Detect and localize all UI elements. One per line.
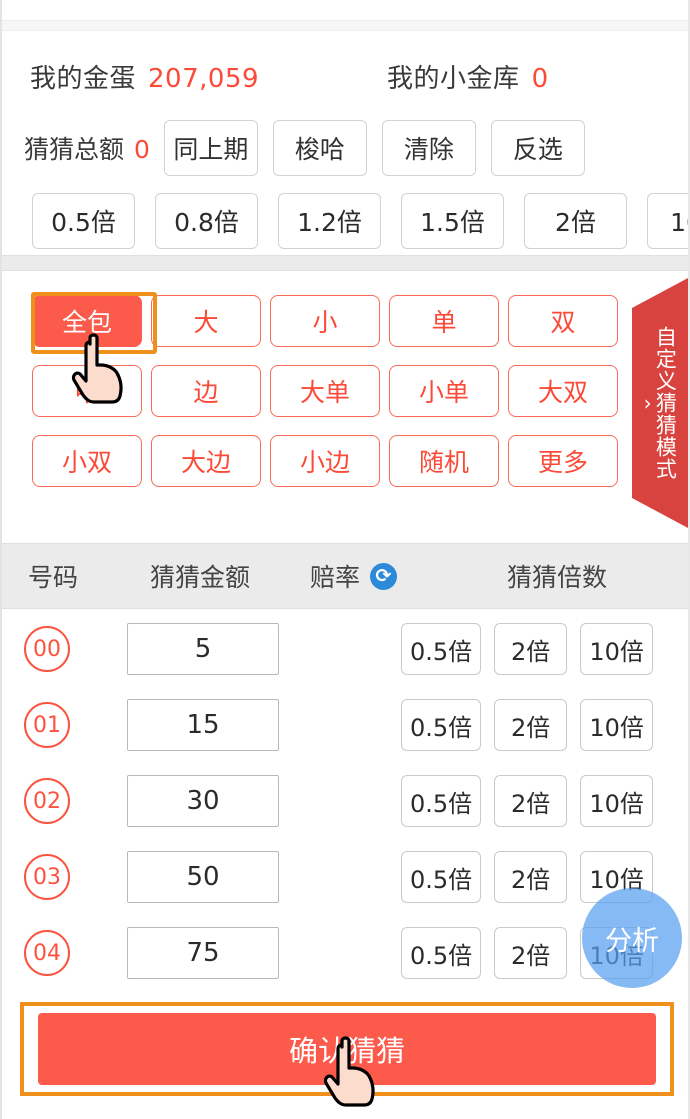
column-header-odds-group: 赔率 ⟳: [310, 558, 398, 594]
total-amount-value: 0: [134, 135, 150, 164]
bet-type-xiaobian[interactable]: 小边: [270, 435, 380, 487]
refresh-icon[interactable]: ⟳: [370, 562, 398, 590]
bet-type-dadan[interactable]: 大单: [270, 365, 380, 417]
row-multiplier-10x[interactable]: 10倍: [580, 775, 654, 827]
total-amount: 猜猜总额 0: [24, 130, 150, 166]
balance-treasury-label: 我的小金库: [387, 63, 520, 94]
row-amount-input[interactable]: [127, 851, 279, 903]
same-as-last-button[interactable]: 同上期: [163, 120, 258, 176]
custom-mode-tab[interactable]: › 自定义猜猜模式: [632, 278, 688, 528]
balance-gold-egg: 我的金蛋 207,059: [30, 58, 259, 95]
row-multiplier-group: 0.5倍 2倍 10倍: [401, 623, 654, 675]
global-multiplier-0-5x[interactable]: 0.5倍: [32, 193, 135, 249]
analyze-fab-button[interactable]: 分析: [582, 888, 682, 988]
row-multiplier-0-5x[interactable]: 0.5倍: [401, 775, 482, 827]
column-header-multiplier: 猜猜倍数: [507, 563, 608, 592]
column-header-odds-label: 赔率: [310, 563, 361, 592]
bet-type-grid: 全包 大 小 单 双 中 边 大单 小单 大双 小双 大边 小边 随机 更多: [32, 295, 628, 487]
chevron-right-icon: ›: [643, 391, 652, 415]
row-multiplier-0-5x[interactable]: 0.5倍: [401, 623, 482, 675]
global-multiplier-2x[interactable]: 2倍: [524, 193, 627, 249]
table-header-row: 号码 猜猜金额 赔率 ⟳ 猜猜倍数: [2, 543, 688, 609]
bet-type-random[interactable]: 随机: [389, 435, 499, 487]
custom-mode-tab-label: 自定义猜猜模式: [653, 326, 678, 480]
bet-type-panel: 全包 大 小 单 双 中 边 大单 小单 大双 小双 大边 小边 随机 更多: [2, 271, 688, 535]
row-multiplier-2x[interactable]: 2倍: [494, 699, 568, 751]
table-row: 02 0.5倍 2倍 10倍: [2, 763, 688, 839]
global-multiplier-row[interactable]: 0.5倍 0.8倍 1.2倍 1.5倍 2倍 10倍: [2, 190, 688, 252]
total-amount-label: 猜猜总额: [24, 135, 125, 164]
clear-button[interactable]: 清除: [381, 120, 476, 176]
global-multiplier-1-2x[interactable]: 1.2倍: [278, 193, 381, 249]
row-multiplier-0-5x[interactable]: 0.5倍: [401, 851, 482, 903]
bet-type-more[interactable]: 更多: [508, 435, 618, 487]
app-screen: 我的金蛋 207,059 我的小金库 0 猜猜总额 0 同上期 梭哈 清除 反选…: [0, 0, 690, 1119]
bet-type-shuang[interactable]: 双: [508, 295, 618, 347]
row-number-badge: 00: [24, 626, 70, 672]
row-multiplier-10x[interactable]: 10倍: [580, 623, 654, 675]
row-number-badge: 01: [24, 702, 70, 748]
row-multiplier-10x[interactable]: 10倍: [580, 699, 654, 751]
row-number-badge: 04: [24, 930, 70, 976]
confirm-bet-button[interactable]: 确认猜猜: [38, 1013, 656, 1085]
bet-type-zhong[interactable]: 中: [32, 365, 142, 417]
bet-type-quanbao[interactable]: 全包: [32, 295, 142, 347]
column-header-number: 号码: [28, 563, 79, 592]
table-row: 00 0.5倍 2倍 10倍: [2, 611, 688, 687]
row-amount-input[interactable]: [127, 623, 279, 675]
table-row: 03 0.5倍 2倍 10倍: [2, 839, 688, 915]
row-multiplier-2x[interactable]: 2倍: [494, 927, 568, 979]
row-multiplier-0-5x[interactable]: 0.5倍: [401, 927, 482, 979]
row-multiplier-2x[interactable]: 2倍: [494, 851, 568, 903]
section-divider: [2, 255, 688, 271]
row-amount-input[interactable]: [127, 699, 279, 751]
bet-type-xiao[interactable]: 小: [270, 295, 380, 347]
bet-type-dan[interactable]: 单: [389, 295, 499, 347]
balance-row: 我的金蛋 207,059 我的小金库 0: [2, 53, 688, 99]
bet-type-da[interactable]: 大: [151, 295, 261, 347]
all-in-button[interactable]: 梭哈: [272, 120, 367, 176]
bet-type-dabian[interactable]: 大边: [151, 435, 261, 487]
global-multiplier-1-5x[interactable]: 1.5倍: [401, 193, 504, 249]
invert-selection-button[interactable]: 反选: [490, 120, 585, 176]
global-multiplier-0-8x[interactable]: 0.8倍: [155, 193, 258, 249]
column-header-amount: 猜猜金额: [150, 563, 251, 592]
row-amount-input[interactable]: [127, 775, 279, 827]
row-multiplier-group: 0.5倍 2倍 10倍: [401, 699, 654, 751]
row-number-badge: 02: [24, 778, 70, 824]
balance-gold-egg-label: 我的金蛋: [30, 63, 137, 94]
balance-gold-egg-value: 207,059: [148, 63, 260, 94]
row-multiplier-2x[interactable]: 2倍: [494, 775, 568, 827]
table-row: 01 0.5倍 2倍 10倍: [2, 687, 688, 763]
status-band: [2, 20, 688, 31]
bet-type-dashuang[interactable]: 大双: [508, 365, 618, 417]
balance-treasury-value: 0: [531, 63, 549, 94]
bet-type-bian[interactable]: 边: [151, 365, 261, 417]
row-multiplier-0-5x[interactable]: 0.5倍: [401, 699, 482, 751]
header-panel: 我的金蛋 207,059 我的小金库 0 猜猜总额 0 同上期 梭哈 清除 反选…: [2, 31, 688, 255]
balance-treasury: 我的小金库 0: [387, 58, 549, 95]
confirm-highlight-box: 确认猜猜: [20, 1002, 674, 1096]
row-multiplier-group: 0.5倍 2倍 10倍: [401, 775, 654, 827]
bet-type-xiaodan[interactable]: 小单: [389, 365, 499, 417]
row-multiplier-2x[interactable]: 2倍: [494, 623, 568, 675]
header-action-buttons: 同上期 梭哈 清除 反选: [163, 120, 585, 176]
row-amount-input[interactable]: [127, 927, 279, 979]
global-multiplier-10x[interactable]: 10倍: [647, 193, 688, 249]
total-row: 猜猜总额 0 同上期 梭哈 清除 反选: [2, 117, 688, 179]
row-number-badge: 03: [24, 854, 70, 900]
bet-type-xiaoshuang[interactable]: 小双: [32, 435, 142, 487]
custom-mode-tab-inner: › 自定义猜猜模式: [643, 326, 678, 480]
